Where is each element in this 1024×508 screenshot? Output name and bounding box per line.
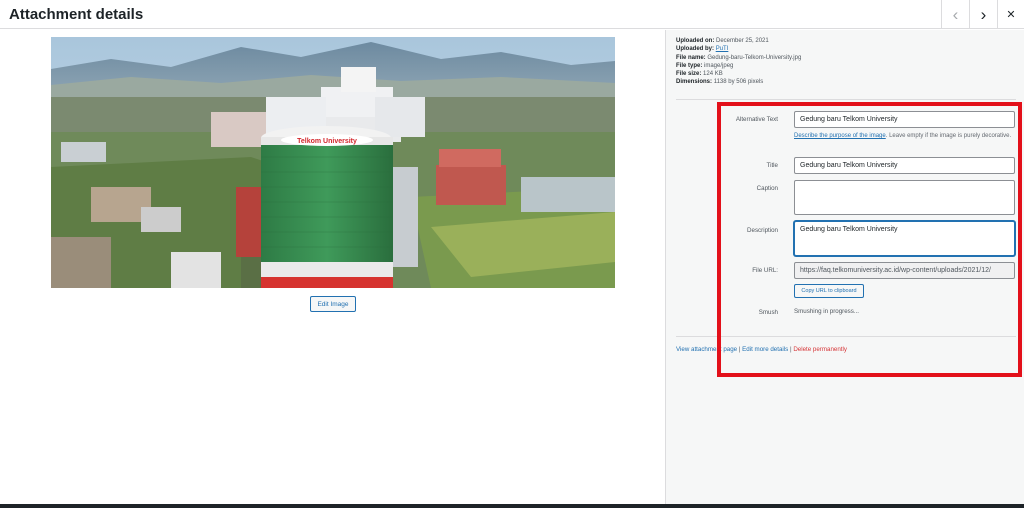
smush-status: Smushing in progress... bbox=[794, 308, 859, 315]
caption-label: Caption bbox=[756, 185, 778, 192]
close-icon: ✕ bbox=[1006, 9, 1016, 21]
uploaded-on-row: Uploaded on: December 25, 2021 bbox=[676, 38, 769, 44]
uploaded-by-row: Uploaded by: PuTI bbox=[676, 46, 729, 53]
attachment-actions: View attachment page | Edit more details… bbox=[676, 346, 847, 353]
alt-text-label: Alternative Text bbox=[735, 116, 778, 123]
previous-attachment-button[interactable]: ‹ bbox=[941, 0, 969, 29]
uploaded-on-value: December 25, 2021 bbox=[716, 38, 769, 44]
dimensions-value: 1138 by 506 pixels bbox=[713, 79, 764, 86]
edit-image-button[interactable]: Edit Image bbox=[310, 296, 356, 312]
campus-photo: Telkom University bbox=[51, 37, 615, 288]
building-sign: Telkom University bbox=[297, 138, 357, 145]
alt-text-input[interactable]: Gedung baru Telkom University bbox=[794, 111, 1015, 128]
file-url-label: File URL: bbox=[752, 267, 778, 274]
dimensions-row: Dimensions: 1138 by 506 pixels bbox=[676, 79, 764, 86]
delete-permanently-link[interactable]: Delete permanently bbox=[793, 346, 847, 353]
modal-title: Attachment details bbox=[9, 6, 144, 23]
divider bbox=[676, 99, 1016, 100]
title-label: Title bbox=[766, 162, 778, 169]
alt-text-help: Describe the purpose of the image. Leave… bbox=[794, 132, 1016, 141]
divider bbox=[676, 336, 1016, 337]
file-url-input[interactable]: https://faq.telkomuniversity.ac.id/wp-co… bbox=[794, 262, 1015, 279]
edit-more-details-link[interactable]: Edit more details bbox=[742, 346, 788, 353]
file-name-row: File name: Gedung-baru-Telkom-University… bbox=[676, 54, 802, 61]
copy-url-button[interactable]: Copy URL to clipboard bbox=[794, 284, 864, 298]
modal-header: Attachment details ‹ › ✕ bbox=[0, 0, 1024, 29]
help-text: . Leave empty if the image is purely dec… bbox=[885, 133, 1012, 139]
smush-label: Smush bbox=[758, 309, 778, 316]
description-label: Description bbox=[747, 227, 778, 234]
attachment-media-view: Telkom University Edit Image bbox=[0, 30, 665, 504]
caption-textarea[interactable] bbox=[794, 180, 1015, 215]
chevron-left-icon: ‹ bbox=[952, 5, 959, 24]
file-type-row: File type: image/jpeg bbox=[676, 62, 734, 69]
bottom-bar bbox=[0, 504, 1024, 508]
file-size-value: 124 KB bbox=[703, 71, 723, 78]
uploader-link[interactable]: PuTI bbox=[716, 46, 729, 52]
attachment-image: Telkom University bbox=[51, 37, 615, 288]
file-name-value: Gedung-baru-Telkom-University.jpg bbox=[707, 54, 802, 61]
view-attachment-page-link[interactable]: View attachment page bbox=[676, 346, 737, 353]
file-size-row: File size: 124 KB bbox=[676, 71, 723, 78]
close-button[interactable]: ✕ bbox=[997, 0, 1024, 29]
file-details: Uploaded on: December 25, 2021 Uploaded … bbox=[676, 37, 801, 87]
describe-purpose-link[interactable]: Describe the purpose of the image bbox=[794, 133, 886, 139]
description-textarea[interactable]: Gedung baru Telkom University bbox=[794, 221, 1015, 256]
file-type-value: image/jpeg bbox=[704, 62, 734, 69]
attachment-info-sidebar: Uploaded on: December 25, 2021 Uploaded … bbox=[665, 30, 1024, 504]
title-input[interactable]: Gedung baru Telkom University bbox=[794, 157, 1015, 174]
chevron-right-icon: › bbox=[980, 5, 987, 24]
next-attachment-button[interactable]: › bbox=[969, 0, 997, 29]
